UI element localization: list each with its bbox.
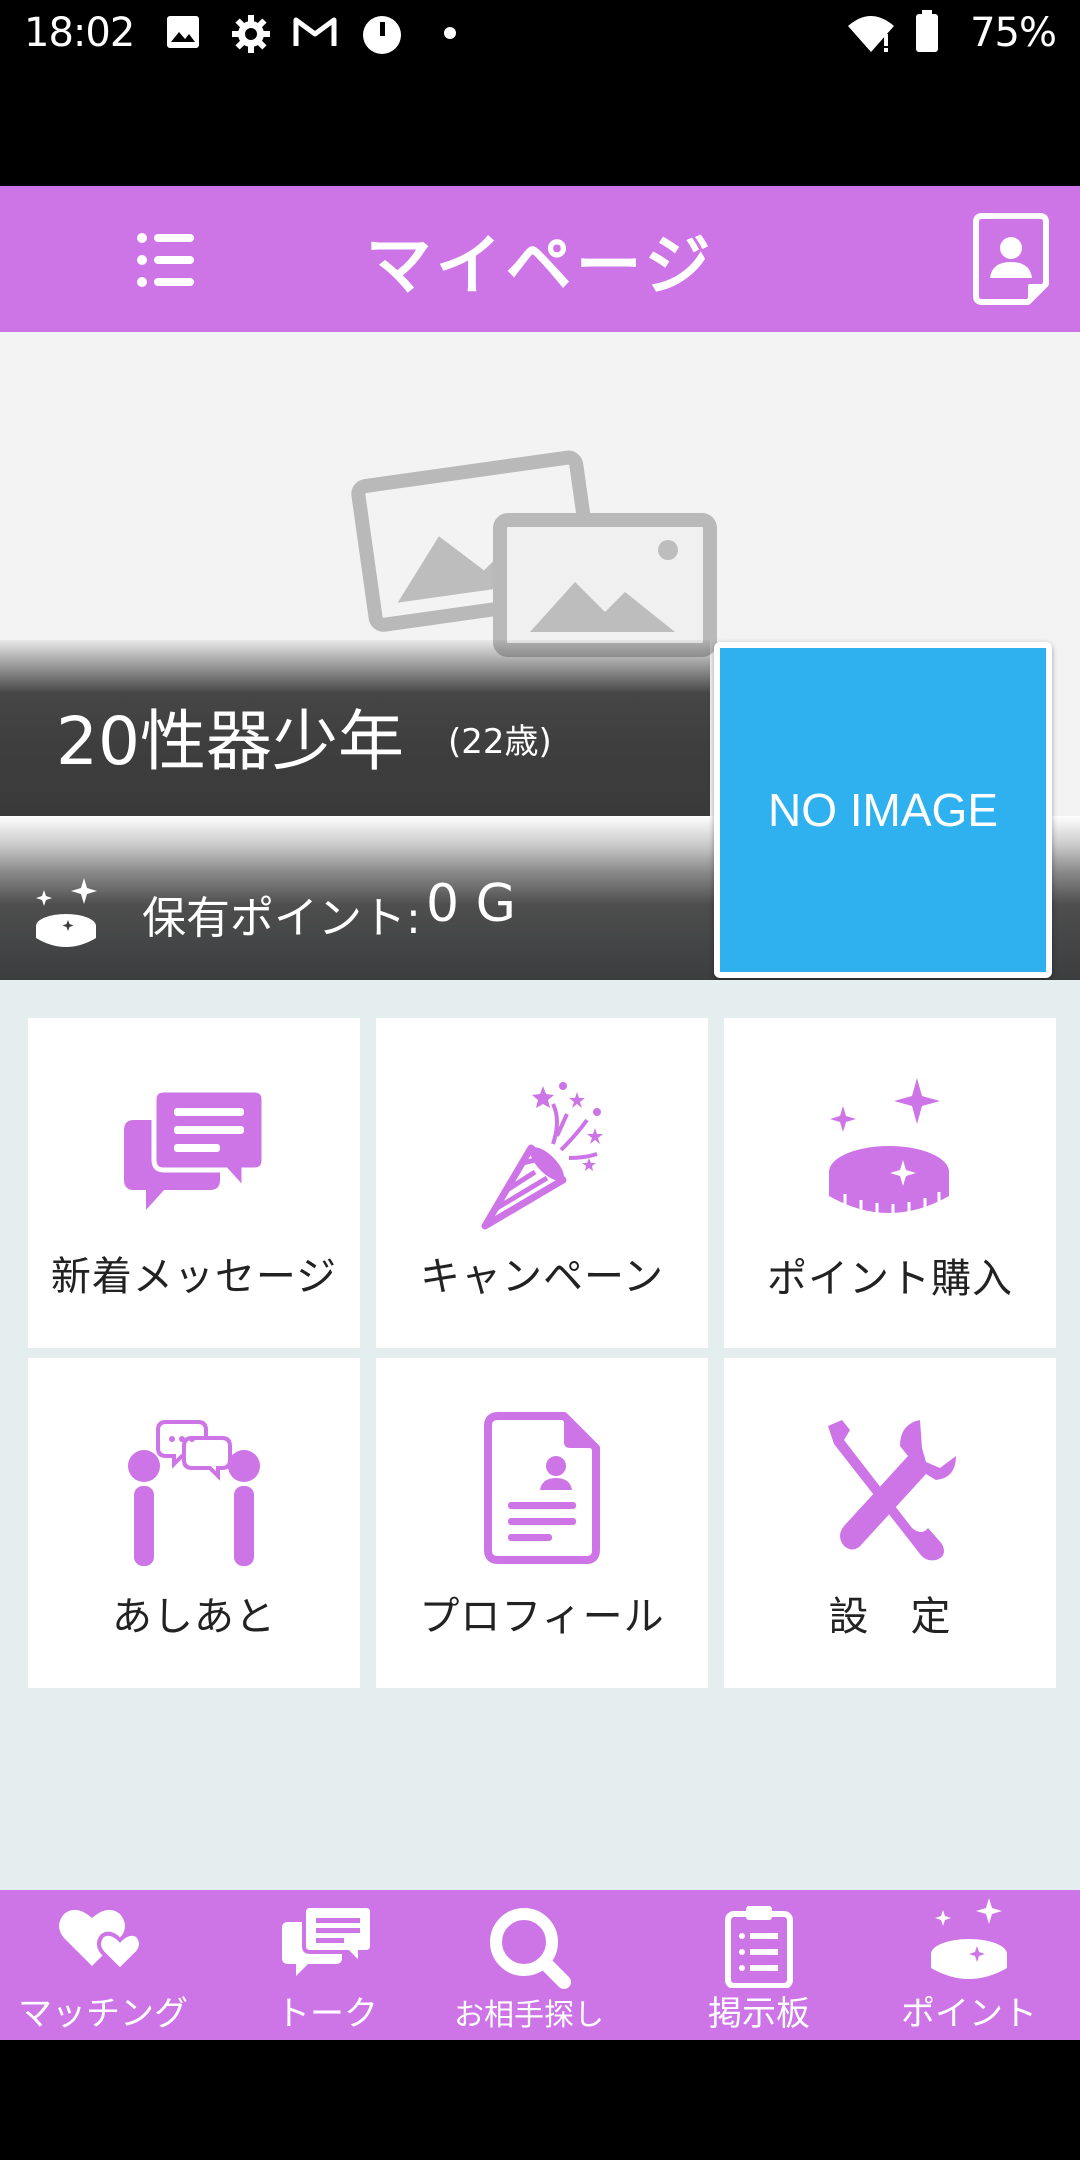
tile-label-profile: プロフィール — [419, 1594, 665, 1640]
tile-profile[interactable]: プロフィール — [376, 1358, 708, 1688]
points-label: 保有ポイント: — [142, 893, 421, 944]
nav-search[interactable]: お相手探し — [426, 1890, 632, 2040]
gmail-icon — [293, 17, 337, 46]
menu-grid: 新着メッセージ キャンペーン ポイント購入 あしあと プロフィール 設 定 — [0, 980, 1080, 1890]
nav-board[interactable]: 掲示板 — [656, 1890, 862, 2040]
profile-name: 20性器少年 — [56, 703, 404, 780]
tile-settings[interactable]: 設 定 — [724, 1358, 1056, 1688]
status-bar: 18:02 75% — [0, 0, 1080, 72]
no-image-placeholder-icon — [351, 450, 717, 657]
tools-settings-icon — [828, 1420, 956, 1561]
chat-bubbles-icon — [282, 1904, 372, 1976]
profile-document-icon — [484, 1412, 600, 1564]
tile-label-buy-points: ポイント購入 — [767, 1256, 1013, 1302]
points-value: 0 G — [426, 874, 516, 934]
tile-label-new-messages: 新着メッセージ — [50, 1254, 338, 1300]
status-time: 18:02 — [24, 10, 135, 56]
nav-label-points: ポイント — [901, 1994, 1037, 2034]
gear-icon — [232, 15, 270, 53]
tile-campaign[interactable]: キャンペーン — [376, 1018, 708, 1348]
name-band: 20性器少年 (22歳) — [0, 640, 710, 816]
bottom-nav: マッチング トーク お相手探し 掲示板 ポイント — [0, 1890, 1080, 2040]
messages-icon — [124, 1090, 264, 1210]
wifi-icon — [848, 16, 894, 52]
nav-talk[interactable]: トーク — [224, 1890, 430, 2040]
avatar-placeholder-text: NO IMAGE — [720, 648, 1046, 972]
coin-sparkle-icon — [931, 1898, 1007, 1979]
footprints-visitors-icon — [128, 1420, 260, 1566]
coin-sparkle-icon — [36, 878, 97, 947]
party-popper-icon — [481, 1082, 603, 1230]
tile-new-messages[interactable]: 新着メッセージ — [28, 1018, 360, 1348]
tile-footprints[interactable]: あしあと — [28, 1358, 360, 1688]
clipboard-icon — [725, 1906, 793, 1988]
tile-label-settings: 設 定 — [828, 1594, 952, 1640]
tile-buy-points[interactable]: ポイント購入 — [724, 1018, 1056, 1348]
profile-age: (22歳) — [448, 722, 552, 762]
battery-icon — [916, 10, 938, 52]
clock-icon — [363, 16, 401, 54]
nav-label-board: 掲示板 — [708, 1994, 810, 2034]
nav-label-talk: トーク — [276, 1994, 378, 2034]
profile-card-button[interactable] — [972, 212, 1050, 306]
profile-card-icon — [973, 213, 1049, 305]
tile-label-footprints: あしあと — [112, 1594, 276, 1640]
tile-label-campaign: キャンペーン — [420, 1254, 664, 1300]
avatar[interactable]: NO IMAGE — [714, 642, 1052, 978]
nav-points[interactable]: ポイント — [866, 1890, 1072, 2040]
double-heart-icon — [59, 1909, 143, 1973]
nav-label-matching: マッチング — [18, 1994, 188, 2034]
nav-label-search: お相手探し — [454, 1998, 604, 2033]
page-title: マイページ — [365, 227, 715, 304]
status-right: 75% — [846, 10, 1057, 58]
image-notification-icon — [167, 16, 199, 48]
app-header: マイページ — [0, 186, 1080, 332]
dot-icon — [444, 27, 456, 39]
search-icon — [490, 1908, 571, 1989]
system-nav-area — [0, 2040, 1080, 2160]
nav-matching[interactable]: マッチング — [0, 1890, 206, 2040]
coin-sparkle-icon — [829, 1078, 949, 1219]
battery-percent: 75% — [970, 10, 1057, 56]
